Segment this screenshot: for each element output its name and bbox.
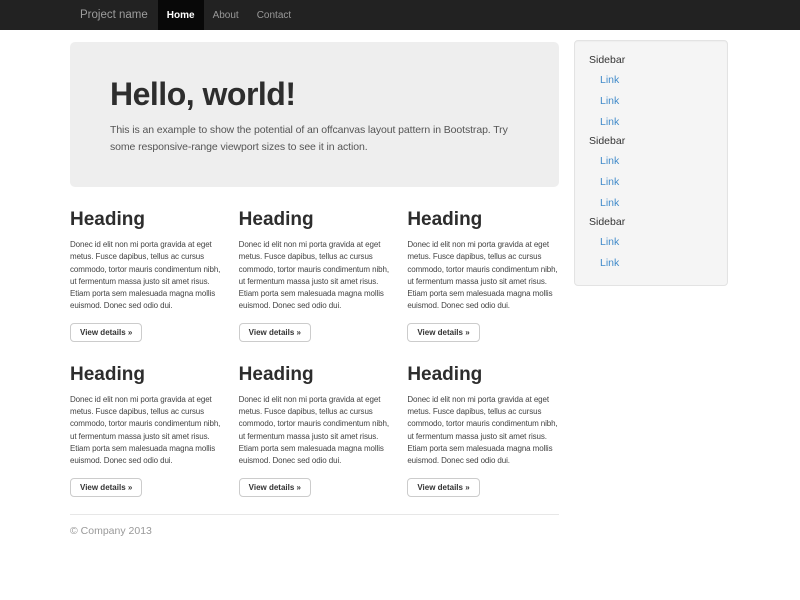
sidebar-column: Sidebar Link Link Link Sidebar Link Link… bbox=[574, 30, 728, 286]
sidebar-link[interactable]: Link bbox=[587, 111, 715, 132]
navbar: Project name Home About Contact bbox=[0, 0, 800, 30]
block-heading: Heading bbox=[239, 209, 391, 231]
block-heading: Heading bbox=[70, 364, 222, 386]
block-heading: Heading bbox=[239, 364, 391, 386]
sidebar-link[interactable]: Link bbox=[587, 231, 715, 252]
block-text: Donec id elit non mi porta gravida at eg… bbox=[407, 394, 559, 468]
navbar-container: Project name Home About Contact bbox=[55, 0, 745, 30]
nav-link-home[interactable]: Home bbox=[158, 0, 204, 30]
block-text: Donec id elit non mi porta gravida at eg… bbox=[407, 239, 559, 313]
block-text: Donec id elit non mi porta gravida at eg… bbox=[70, 239, 222, 313]
content-block: Heading Donec id elit non mi porta gravi… bbox=[70, 364, 222, 497]
page-container: Hello, world! This is an example to show… bbox=[55, 30, 745, 567]
sidebar-group-2: Sidebar Link Link Link bbox=[587, 132, 715, 213]
copyright-text: © Company 2013 bbox=[70, 525, 559, 537]
view-details-button[interactable]: View details » bbox=[70, 478, 142, 497]
jumbotron-description: This is an example to show the potential… bbox=[110, 122, 519, 155]
offcanvas-row: Hello, world! This is an example to show… bbox=[70, 30, 730, 567]
block-heading: Heading bbox=[70, 209, 222, 231]
sidebar-group-label: Sidebar bbox=[587, 51, 715, 69]
content-block: Heading Donec id elit non mi porta gravi… bbox=[239, 209, 391, 342]
navbar-menu: Home About Contact bbox=[158, 0, 300, 30]
view-details-button[interactable]: View details » bbox=[70, 323, 142, 342]
navbar-brand[interactable]: Project name bbox=[55, 0, 158, 30]
block-text: Donec id elit non mi porta gravida at eg… bbox=[239, 239, 391, 313]
jumbotron: Hello, world! This is an example to show… bbox=[70, 42, 559, 187]
sidebar-link[interactable]: Link bbox=[587, 252, 715, 273]
page-title: Hello, world! bbox=[110, 76, 519, 112]
sidebar-group-label: Sidebar bbox=[587, 213, 715, 231]
content-block: Heading Donec id elit non mi porta gravi… bbox=[239, 364, 391, 497]
content-block: Heading Donec id elit non mi porta gravi… bbox=[70, 209, 222, 342]
content-block: Heading Donec id elit non mi porta gravi… bbox=[407, 209, 559, 342]
block-text: Donec id elit non mi porta gravida at eg… bbox=[70, 394, 222, 468]
sidebar-link[interactable]: Link bbox=[587, 192, 715, 213]
footer: © Company 2013 bbox=[70, 514, 559, 567]
sidebar-link[interactable]: Link bbox=[587, 90, 715, 111]
view-details-button[interactable]: View details » bbox=[239, 478, 311, 497]
content-blocks-grid: Heading Donec id elit non mi porta gravi… bbox=[70, 209, 559, 497]
sidebar-link[interactable]: Link bbox=[587, 69, 715, 90]
nav-item-about: About bbox=[204, 0, 248, 30]
sidebar-group-1: Sidebar Link Link Link bbox=[587, 51, 715, 132]
nav-link-about[interactable]: About bbox=[204, 0, 248, 30]
block-heading: Heading bbox=[407, 364, 559, 386]
main-column: Hello, world! This is an example to show… bbox=[70, 30, 559, 567]
nav-item-contact: Contact bbox=[248, 0, 300, 30]
sidebar-group-label: Sidebar bbox=[587, 132, 715, 150]
block-heading: Heading bbox=[407, 209, 559, 231]
view-details-button[interactable]: View details » bbox=[407, 478, 479, 497]
nav-link-contact[interactable]: Contact bbox=[248, 0, 300, 30]
view-details-button[interactable]: View details » bbox=[407, 323, 479, 342]
content-block: Heading Donec id elit non mi porta gravi… bbox=[407, 364, 559, 497]
view-details-button[interactable]: View details » bbox=[239, 323, 311, 342]
block-text: Donec id elit non mi porta gravida at eg… bbox=[239, 394, 391, 468]
sidebar-link[interactable]: Link bbox=[587, 150, 715, 171]
sidebar-well: Sidebar Link Link Link Sidebar Link Link… bbox=[574, 40, 728, 286]
nav-item-home: Home bbox=[158, 0, 204, 30]
sidebar-link[interactable]: Link bbox=[587, 171, 715, 192]
sidebar-group-3: Sidebar Link Link bbox=[587, 213, 715, 273]
